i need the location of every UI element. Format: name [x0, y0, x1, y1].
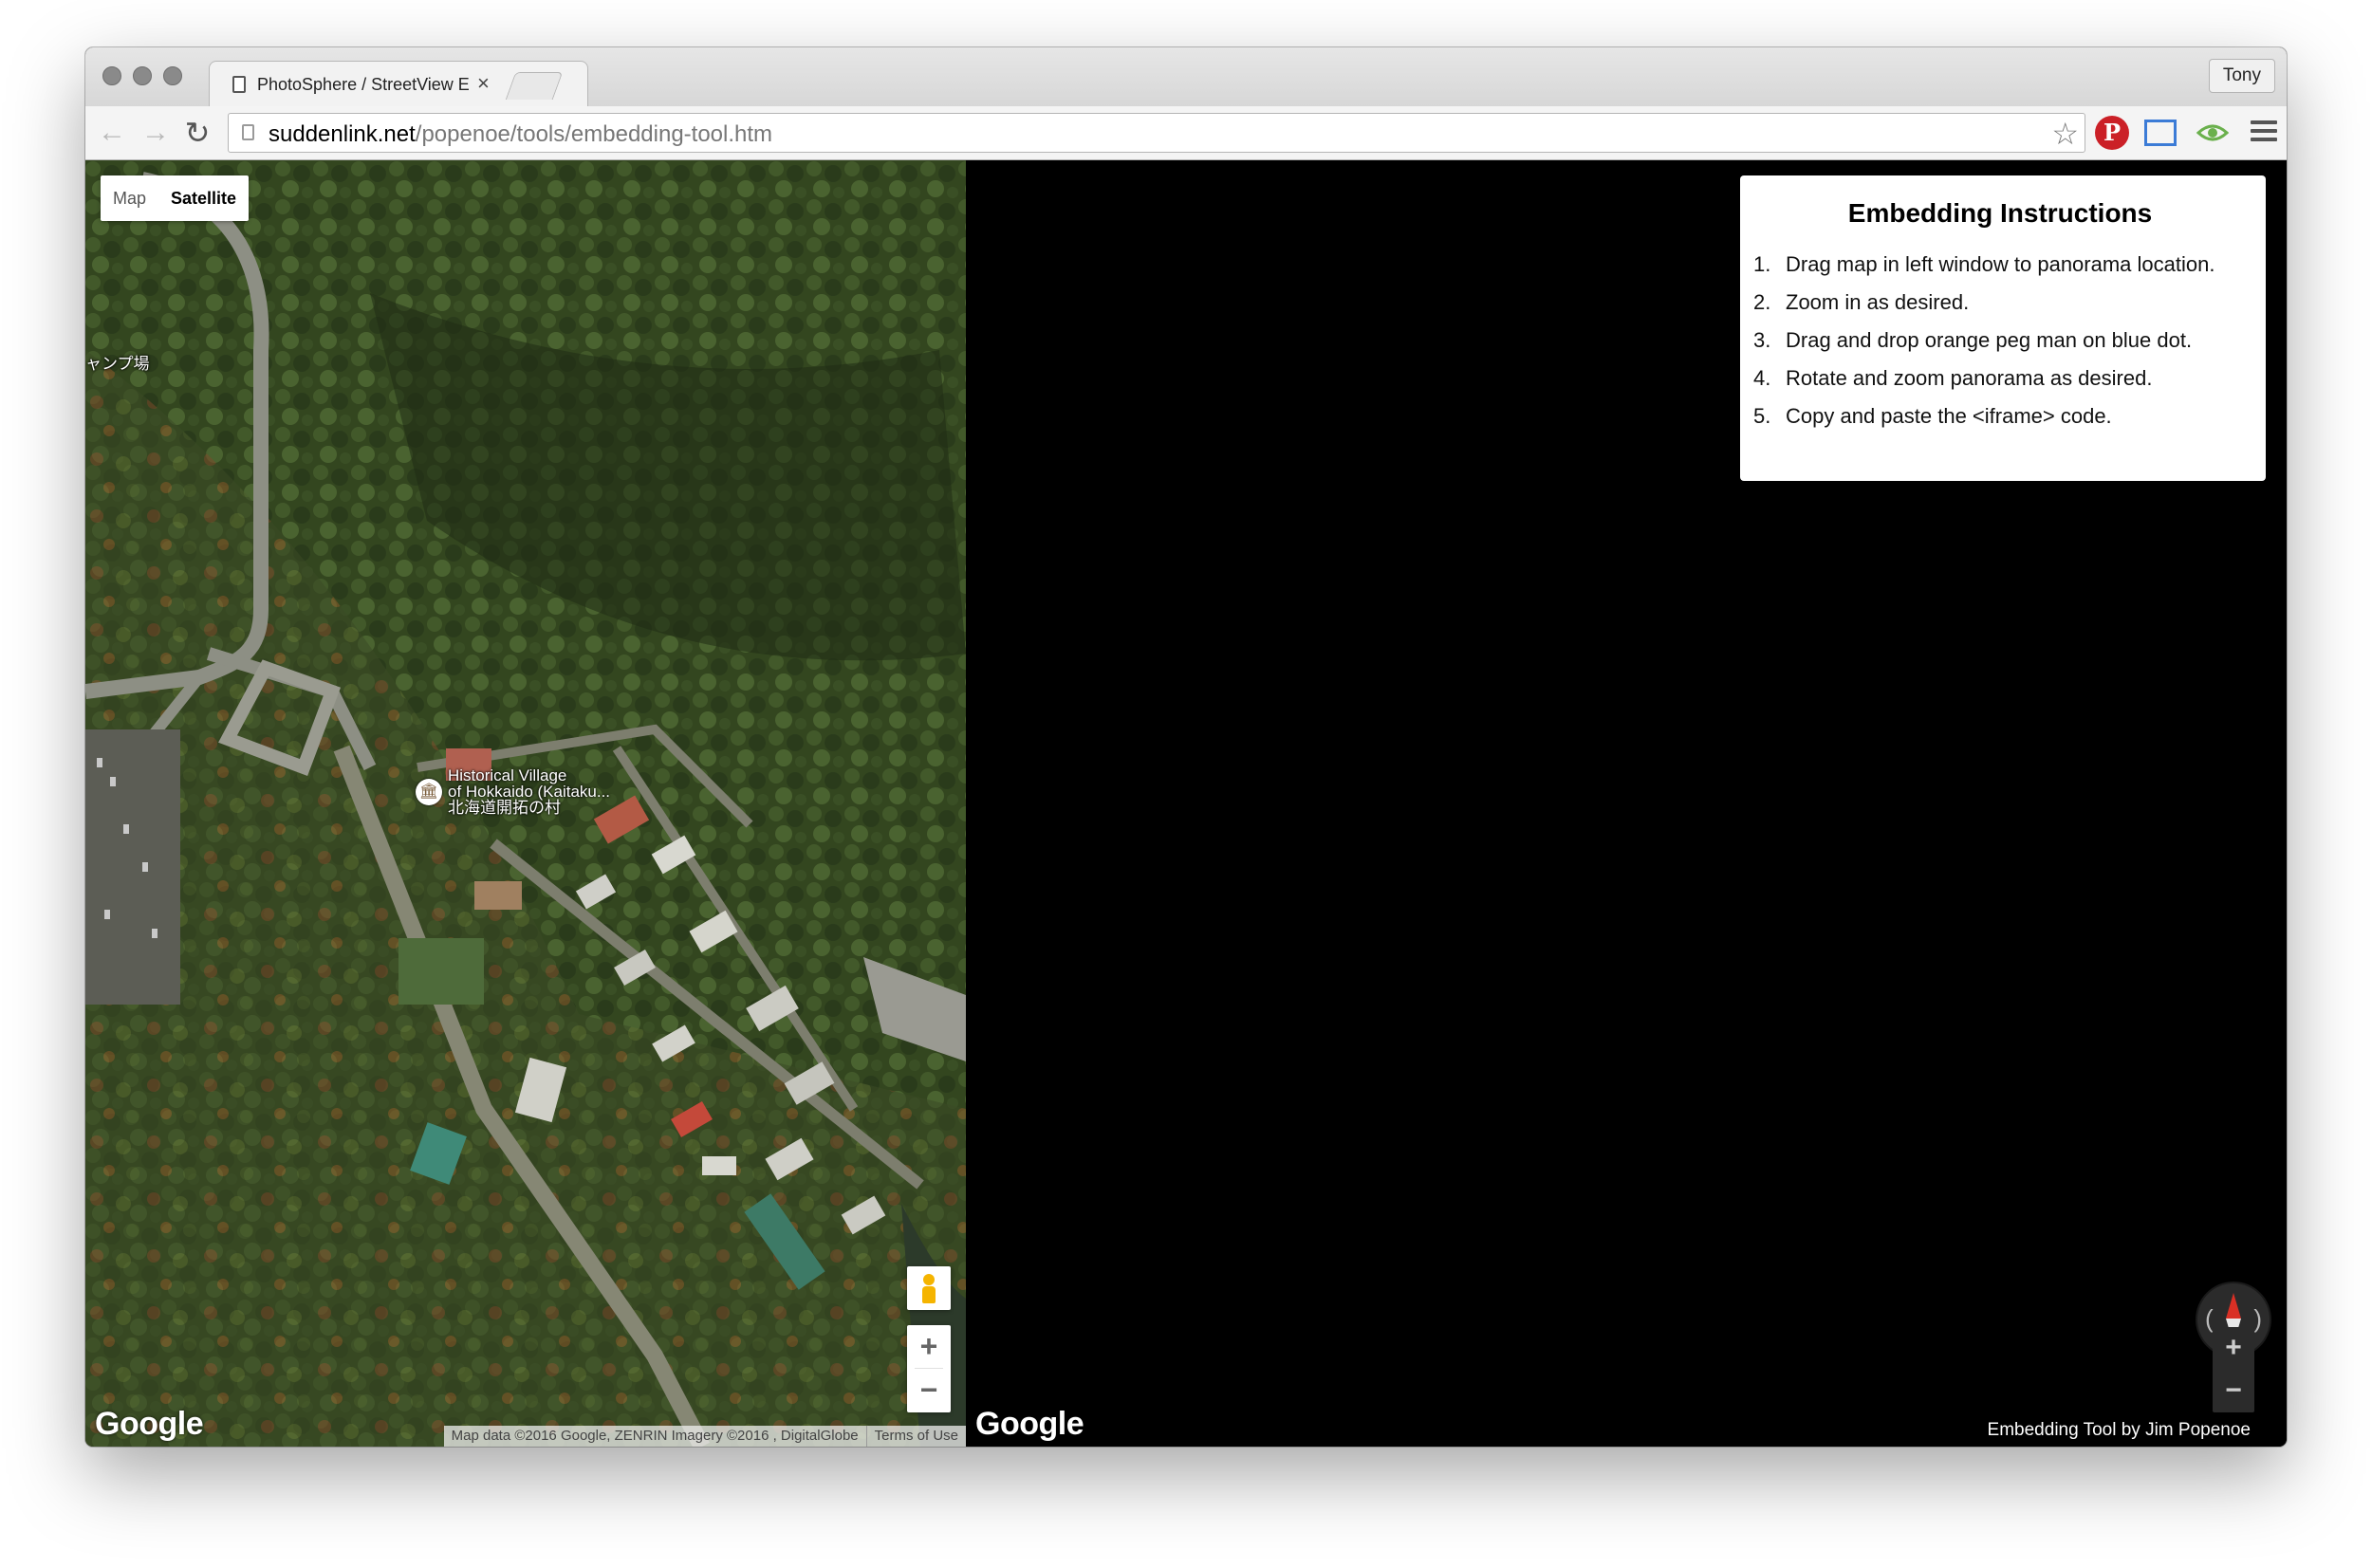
map-data-credit: Map data ©2016 Google, ZENRIN Imagery ©2… [451, 1428, 859, 1444]
pinterest-icon[interactable]: P [2095, 116, 2129, 150]
browser-toolbar: ← → ↻ suddenlink.net/popenoe/tools/embed… [85, 106, 2287, 160]
url-host: suddenlink.net [269, 121, 416, 147]
page-icon [242, 124, 254, 140]
bookmark-star-icon[interactable]: ☆ [2051, 116, 2079, 152]
panorama-zoom-control: + − [2213, 1327, 2254, 1412]
map-type-map-button[interactable]: Map [101, 175, 158, 221]
pano-zoom-in-button[interactable]: + [2213, 1327, 2254, 1370]
terms-of-use-link[interactable]: Terms of Use [865, 1426, 966, 1447]
google-logo[interactable]: Google [95, 1406, 204, 1443]
profile-button[interactable]: Tony [2208, 59, 2275, 93]
poi-label-line-3[interactable]: 北海道開拓の村 [448, 800, 561, 816]
google-logo[interactable]: Google [975, 1406, 1084, 1443]
poi-label-line-2[interactable]: of Hokkaido (Kaitaku... [448, 784, 610, 800]
extension-eye-icon[interactable] [2196, 116, 2230, 150]
rotate-right-icon[interactable]: ) [2253, 1304, 2262, 1334]
tab-title: PhotoSphere / StreetView E [257, 75, 470, 94]
instructions-title: Embedding Instructions [1847, 198, 2153, 228]
close-window-button[interactable] [102, 66, 121, 85]
close-icon[interactable]: × [477, 71, 490, 96]
pegman-icon[interactable] [907, 1266, 951, 1310]
screen-capture-icon[interactable] [2144, 120, 2177, 146]
url-path: /popenoe/tools/embedding-tool.htm [415, 121, 773, 147]
map-attribution: Map data ©2016 Google, ZENRIN Imagery ©2… [443, 1426, 966, 1447]
browser-window: PhotoSphere / StreetView E × Tony ← → ↻ … [85, 47, 2287, 1447]
museum-icon[interactable]: 🏛 [416, 779, 442, 805]
instruction-step: 2. Zoom in as desired. [1753, 290, 1970, 314]
minimize-window-button[interactable] [133, 66, 152, 85]
zoom-out-button[interactable]: − [907, 1369, 951, 1412]
map-type-control: Map Satellite [101, 175, 250, 221]
map-place-label[interactable]: ャンプ場 [85, 356, 150, 372]
address-bar[interactable]: suddenlink.net/popenoe/tools/embedding-t… [228, 113, 2085, 153]
url-text[interactable]: suddenlink.net/popenoe/tools/embedding-t… [269, 121, 772, 148]
back-arrow-icon[interactable]: ← [93, 114, 131, 152]
poi-label-line-1[interactable]: Historical Village [448, 767, 566, 784]
map-type-satellite-button[interactable]: Satellite [158, 175, 249, 221]
instruction-step: 5. Copy and paste the <iframe> code. [1753, 404, 2112, 428]
menu-icon[interactable] [2251, 116, 2277, 150]
page-content: Map Satellite ャンプ場 🏛 Historical Village … [85, 160, 2287, 1447]
instruction-step: 3. Drag and drop orange peg man on blue d… [1753, 328, 2193, 352]
embedding-instructions-panel: Embedding Instructions 1. Drag map in lef… [1740, 175, 2266, 481]
map-zoom-control: + − [907, 1325, 951, 1412]
zoom-window-button[interactable] [163, 66, 182, 85]
instruction-step: 1. Drag map in left window to panorama lo… [1753, 252, 2215, 276]
pano-zoom-out-button[interactable]: − [2213, 1370, 2254, 1412]
satellite-map[interactable]: Map Satellite ャンプ場 🏛 Historical Village … [85, 160, 966, 1447]
tab-bar: PhotoSphere / StreetView E × Tony [85, 47, 2287, 107]
instructions-list: 1. Drag map in left window to panorama lo… [1753, 246, 2247, 435]
tool-credit: Embedding Tool by Jim Popenoe [1987, 1420, 2251, 1440]
forward-arrow-icon[interactable]: → [137, 114, 175, 152]
new-tab-button[interactable] [505, 72, 564, 100]
instruction-step: 4. Rotate and zoom panorama as desired. [1753, 366, 2153, 390]
reload-icon[interactable]: ↻ [178, 114, 216, 152]
zoom-in-button[interactable]: + [907, 1325, 951, 1369]
page-icon [232, 76, 246, 93]
